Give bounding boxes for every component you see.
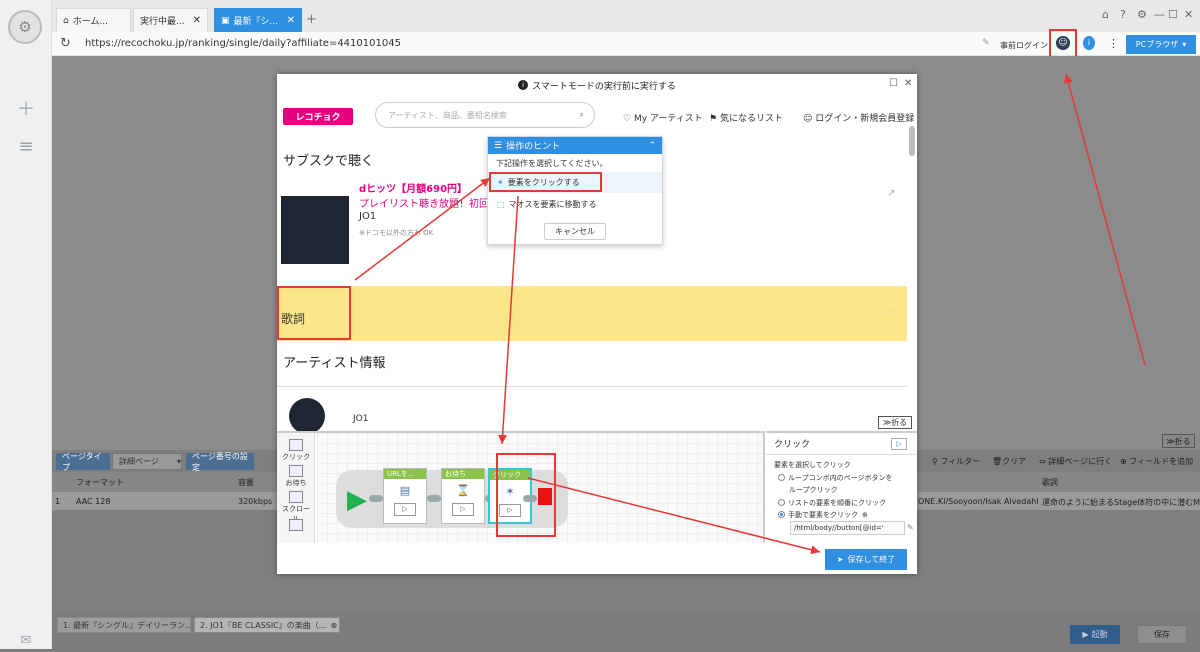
arrow-node-to-save	[527, 477, 821, 555]
arrow-to-agent	[1064, 73, 1146, 366]
arrow-hint-to-node	[498, 195, 519, 445]
arrow-lyrics-to-hint	[354, 177, 491, 281]
annotation-arrows	[354, 73, 1146, 555]
